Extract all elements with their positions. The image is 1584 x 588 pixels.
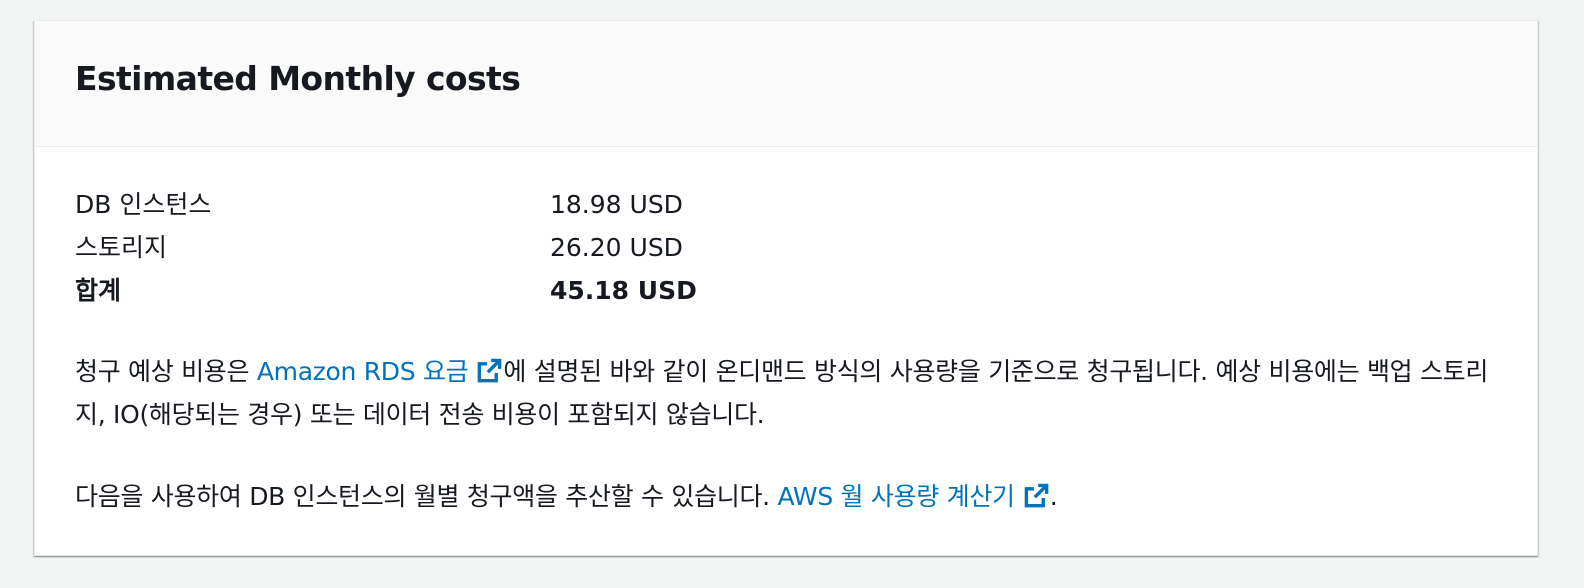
total-label: 합계 xyxy=(75,276,122,305)
description-text: 청구 예상 비용은 xyxy=(75,357,257,386)
cost-value: 18.98 USD xyxy=(550,190,683,219)
cost-table: DB 인스턴스 18.98 USD 스토리지 26.20 USD 합계 45.1… xyxy=(75,183,697,312)
cost-description: 청구 예상 비용은 Amazon RDS 요금 에 설명된 바와 같이 온디맨드 … xyxy=(75,350,1495,436)
cost-row-db-instance: DB 인스턴스 18.98 USD xyxy=(75,183,697,226)
cost-value: 26.20 USD xyxy=(550,233,683,262)
cost-row-total: 합계 45.18 USD xyxy=(75,269,697,312)
panel-title: Estimated Monthly costs xyxy=(75,59,521,98)
cost-label: 스토리지 xyxy=(75,233,168,262)
total-value: 45.18 USD xyxy=(550,276,697,305)
panel-header: Estimated Monthly costs xyxy=(35,21,1537,147)
description-text: 다음을 사용하여 DB 인스턴스의 월별 청구액을 추산할 수 있습니다. xyxy=(75,482,778,511)
aws-calculator-link-label: AWS 월 사용량 계산기 xyxy=(777,482,1015,511)
cost-row-storage: 스토리지 26.20 USD xyxy=(75,226,697,269)
description-text: . xyxy=(1049,482,1058,511)
external-link-icon xyxy=(1024,483,1049,508)
external-link-icon xyxy=(478,358,502,383)
calculator-description: 다음을 사용하여 DB 인스턴스의 월별 청구액을 추산할 수 있습니다. AW… xyxy=(75,475,1495,518)
aws-calculator-link[interactable]: AWS 월 사용량 계산기 xyxy=(777,482,1049,511)
rds-pricing-link[interactable]: Amazon RDS 요금 xyxy=(257,357,504,386)
cost-label: DB 인스턴스 xyxy=(75,190,212,219)
rds-pricing-link-label: Amazon RDS 요금 xyxy=(256,357,469,386)
estimated-costs-panel: Estimated Monthly costs DB 인스턴스 18.98 US… xyxy=(34,20,1538,556)
